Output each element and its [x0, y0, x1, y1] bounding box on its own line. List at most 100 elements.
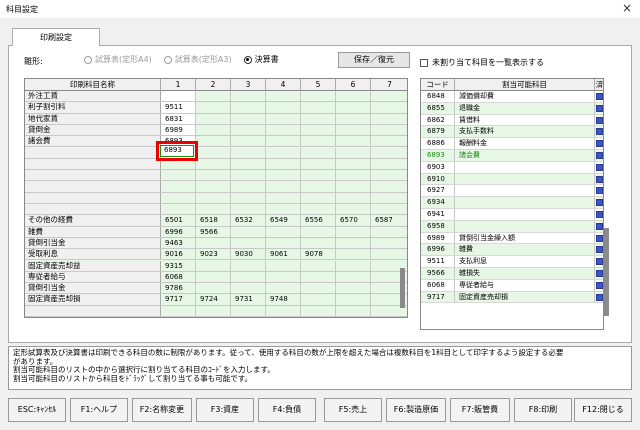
fkey-button-8[interactable]: F8:印刷	[514, 398, 572, 422]
hinagata-radio-0[interactable]: 試算表(定形A4)	[84, 54, 152, 65]
grid-cell[interactable]	[371, 136, 407, 146]
list-item[interactable]: 9717 固定資産売却損	[421, 291, 603, 304]
checked-box-icon[interactable]	[596, 293, 603, 301]
grid-cell[interactable]	[266, 124, 301, 136]
checked-box-icon[interactable]	[596, 281, 603, 289]
grid-cell[interactable]	[301, 113, 336, 124]
grid-cell[interactable]: 9511	[161, 102, 196, 113]
grid-cell[interactable]	[301, 91, 336, 102]
grid-scrollbar[interactable]	[400, 268, 405, 308]
grid-cell[interactable]	[336, 147, 371, 158]
list-item-done[interactable]	[595, 103, 603, 114]
list-item[interactable]: 6855 退職金	[421, 102, 603, 115]
grid-cell[interactable]	[336, 283, 371, 294]
grid-cell[interactable]: 9023	[196, 249, 231, 260]
grid-cell[interactable]	[196, 91, 231, 102]
grid-cell[interactable]	[231, 158, 266, 170]
grid-cell[interactable]	[266, 158, 301, 170]
grid-cell[interactable]: 6556	[301, 215, 336, 226]
grid-cell[interactable]	[371, 159, 407, 169]
grid-cell[interactable]	[371, 148, 407, 158]
grid-cell[interactable]: 9724	[196, 294, 231, 305]
grid-cell[interactable]	[266, 147, 301, 158]
grid-cell[interactable]	[231, 271, 266, 283]
grid-cell[interactable]	[371, 114, 407, 124]
grid-cell[interactable]	[301, 204, 336, 215]
list-item[interactable]: 6910	[421, 173, 603, 186]
list-item[interactable]: 6893 諸会費	[421, 150, 603, 162]
fkey-button-6[interactable]: F6:製造原価	[386, 398, 446, 422]
grid-cell[interactable]	[196, 158, 231, 170]
grid-cell[interactable]	[266, 271, 301, 283]
grid-cell[interactable]	[231, 113, 266, 124]
unassigned-checkbox-row[interactable]: 未割り当て科目を一覧表示する	[420, 57, 544, 68]
list-item[interactable]: 6862 賃借料	[421, 114, 603, 127]
grid-cell[interactable]	[161, 192, 196, 203]
grid-cell[interactable]	[196, 102, 231, 113]
grid-cell[interactable]	[196, 181, 231, 192]
list-item-done[interactable]	[595, 174, 603, 185]
grid-cell[interactable]: 6570	[336, 215, 371, 226]
checked-box-icon[interactable]	[596, 163, 603, 171]
grid-cell[interactable]	[231, 204, 266, 215]
list-item[interactable]: 6934	[421, 197, 603, 209]
grid-cell[interactable]	[336, 181, 371, 192]
grid-cell[interactable]: 9463	[161, 237, 196, 249]
grid-cell[interactable]	[336, 237, 371, 249]
grid-row[interactable]: 利子割引料 9511	[25, 102, 407, 114]
fkey-button-7[interactable]: F7:販管費	[450, 398, 510, 422]
grid-cell[interactable]: 9566	[196, 226, 231, 237]
grid-cell[interactable]	[371, 91, 407, 101]
grid-cell[interactable]	[196, 124, 231, 136]
grid-cell[interactable]: 9748	[266, 294, 301, 305]
list-item[interactable]: 9511 支払利息	[421, 256, 603, 268]
grid-cell[interactable]	[161, 204, 196, 215]
grid-cell[interactable]: 9315	[161, 260, 196, 271]
grid-cell[interactable]: 9786	[161, 283, 196, 294]
grid-cell[interactable]	[231, 226, 266, 237]
grid-cell[interactable]	[231, 170, 266, 181]
grid-cell[interactable]	[196, 305, 231, 316]
list-item-done[interactable]	[595, 280, 603, 291]
list-item-done[interactable]	[595, 221, 603, 232]
grid-cell[interactable]: 9717	[161, 294, 196, 305]
grid-cell[interactable]	[301, 181, 336, 192]
list-item-done[interactable]	[595, 233, 603, 244]
grid-cell[interactable]: 6518	[196, 215, 231, 226]
close-icon[interactable]: ×	[622, 1, 632, 15]
grid-cell[interactable]	[336, 271, 371, 283]
grid-cell[interactable]	[196, 170, 231, 181]
grid-cell[interactable]: 9030	[231, 249, 266, 260]
grid-cell[interactable]	[371, 181, 407, 191]
checked-box-icon[interactable]	[596, 234, 603, 242]
fkey-button-9[interactable]: F12:閉じる	[574, 398, 632, 422]
list-item-done[interactable]	[595, 209, 603, 220]
grid-cell[interactable]	[266, 181, 301, 192]
list-item-done[interactable]	[595, 292, 603, 303]
list-item[interactable]: 6958	[421, 220, 603, 233]
checked-box-icon[interactable]	[596, 116, 603, 124]
grid-cell[interactable]	[301, 237, 336, 249]
checked-box-icon[interactable]	[596, 128, 603, 136]
list-item-done[interactable]	[595, 150, 603, 161]
checked-box-icon[interactable]	[596, 199, 603, 207]
grid-row[interactable]	[25, 192, 407, 204]
grid-cell[interactable]	[336, 136, 371, 147]
grid-cell[interactable]	[301, 136, 336, 147]
list-item-done[interactable]	[595, 244, 603, 255]
checked-box-icon[interactable]	[596, 246, 603, 254]
list-item[interactable]: 9566 雑損失	[421, 268, 603, 280]
grid-cell[interactable]: 6068	[161, 271, 196, 283]
grid-cell[interactable]	[336, 102, 371, 113]
grid-cell[interactable]	[371, 102, 407, 112]
grid-cell[interactable]	[196, 113, 231, 124]
grid-cell[interactable]	[266, 102, 301, 113]
list-item-done[interactable]	[595, 162, 603, 173]
checked-box-icon[interactable]	[596, 211, 603, 218]
grid-cell[interactable]	[336, 305, 371, 316]
grid-row[interactable]: その他の経費 6501 6518 6532 6549 6556 6570 6587	[25, 215, 407, 227]
grid-cell[interactable]	[336, 204, 371, 215]
grid-cell[interactable]	[336, 226, 371, 237]
grid-row[interactable]	[25, 305, 407, 317]
checked-box-icon[interactable]	[596, 222, 603, 230]
